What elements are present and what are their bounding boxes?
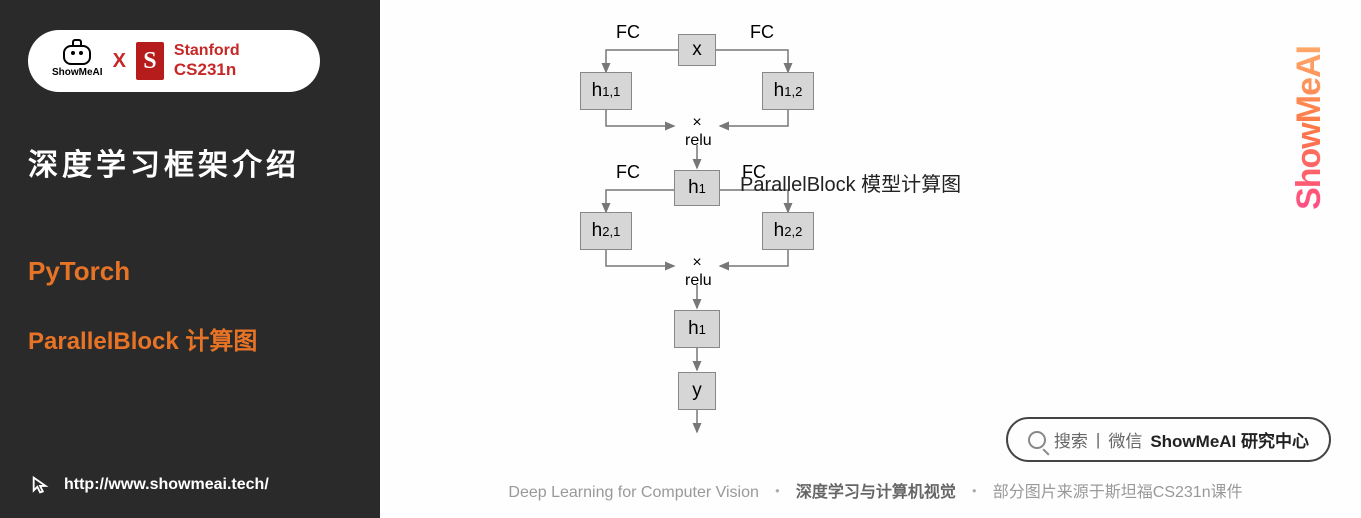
node-h21: h2,1 bbox=[580, 212, 632, 250]
diagram-edges bbox=[488, 10, 808, 480]
node-h1b: h1 bbox=[674, 310, 720, 348]
footer-credit: 部分图片来源于斯坦福CS231n课件 bbox=[993, 484, 1243, 501]
node-h11: h1,1 bbox=[580, 72, 632, 110]
site-url[interactable]: http://www.showmeai.tech/ bbox=[30, 474, 269, 496]
edge-label-fc1: FC bbox=[616, 22, 640, 43]
node-x: x bbox=[678, 34, 716, 66]
subtitle-framework: PyTorch bbox=[28, 256, 352, 287]
footer-zh: 深度学习与计算机视觉 bbox=[796, 484, 956, 501]
footer-en: Deep Learning for Computer Vision bbox=[508, 484, 759, 501]
sidebar: ShowMeAI X S Stanford CS231n 深度学习框架介绍 Py… bbox=[0, 0, 380, 518]
search-pill[interactable]: 搜索 | 微信 ShowMeAI 研究中心 bbox=[1006, 417, 1331, 462]
page-title: 深度学习框架介绍 bbox=[28, 140, 352, 184]
op-mult-2: ×relu bbox=[685, 254, 709, 289]
search-platform: 微信 bbox=[1108, 427, 1142, 452]
robot-icon bbox=[63, 45, 91, 65]
subtitle-topic: ParallelBlock 计算图 bbox=[28, 321, 352, 356]
node-y: y bbox=[678, 372, 716, 410]
node-h12: h1,2 bbox=[762, 72, 814, 110]
node-h1: h1 bbox=[674, 170, 720, 206]
diagram-caption: ParallelBlock 模型计算图 bbox=[740, 168, 961, 197]
showmeai-name: ShowMeAI bbox=[52, 67, 103, 78]
edge-label-fc3: FC bbox=[616, 162, 640, 183]
brand-separator-x: X bbox=[113, 50, 126, 73]
watermark-text: ShowMeAI bbox=[1290, 46, 1329, 210]
main-content: x h1,1 h1,2 ×relu h1 h2,1 h2,2 ×relu h1 … bbox=[380, 0, 1361, 518]
search-prompt: 搜索 bbox=[1054, 427, 1088, 452]
showmeai-logo: ShowMeAI bbox=[52, 45, 103, 78]
stanford-s-icon: S bbox=[136, 42, 164, 80]
op-mult-1: ×relu bbox=[685, 114, 709, 149]
brand-card: ShowMeAI X S Stanford CS231n bbox=[28, 30, 320, 92]
search-icon bbox=[1028, 431, 1046, 449]
edge-label-fc2: FC bbox=[750, 22, 774, 43]
footer: Deep Learning for Computer Vision ・ 深度学习… bbox=[420, 478, 1331, 502]
search-handle: ShowMeAI 研究中心 bbox=[1150, 427, 1309, 452]
node-h22: h2,2 bbox=[762, 212, 814, 250]
stanford-label: Stanford CS231n bbox=[174, 42, 240, 80]
cursor-icon bbox=[30, 474, 52, 496]
